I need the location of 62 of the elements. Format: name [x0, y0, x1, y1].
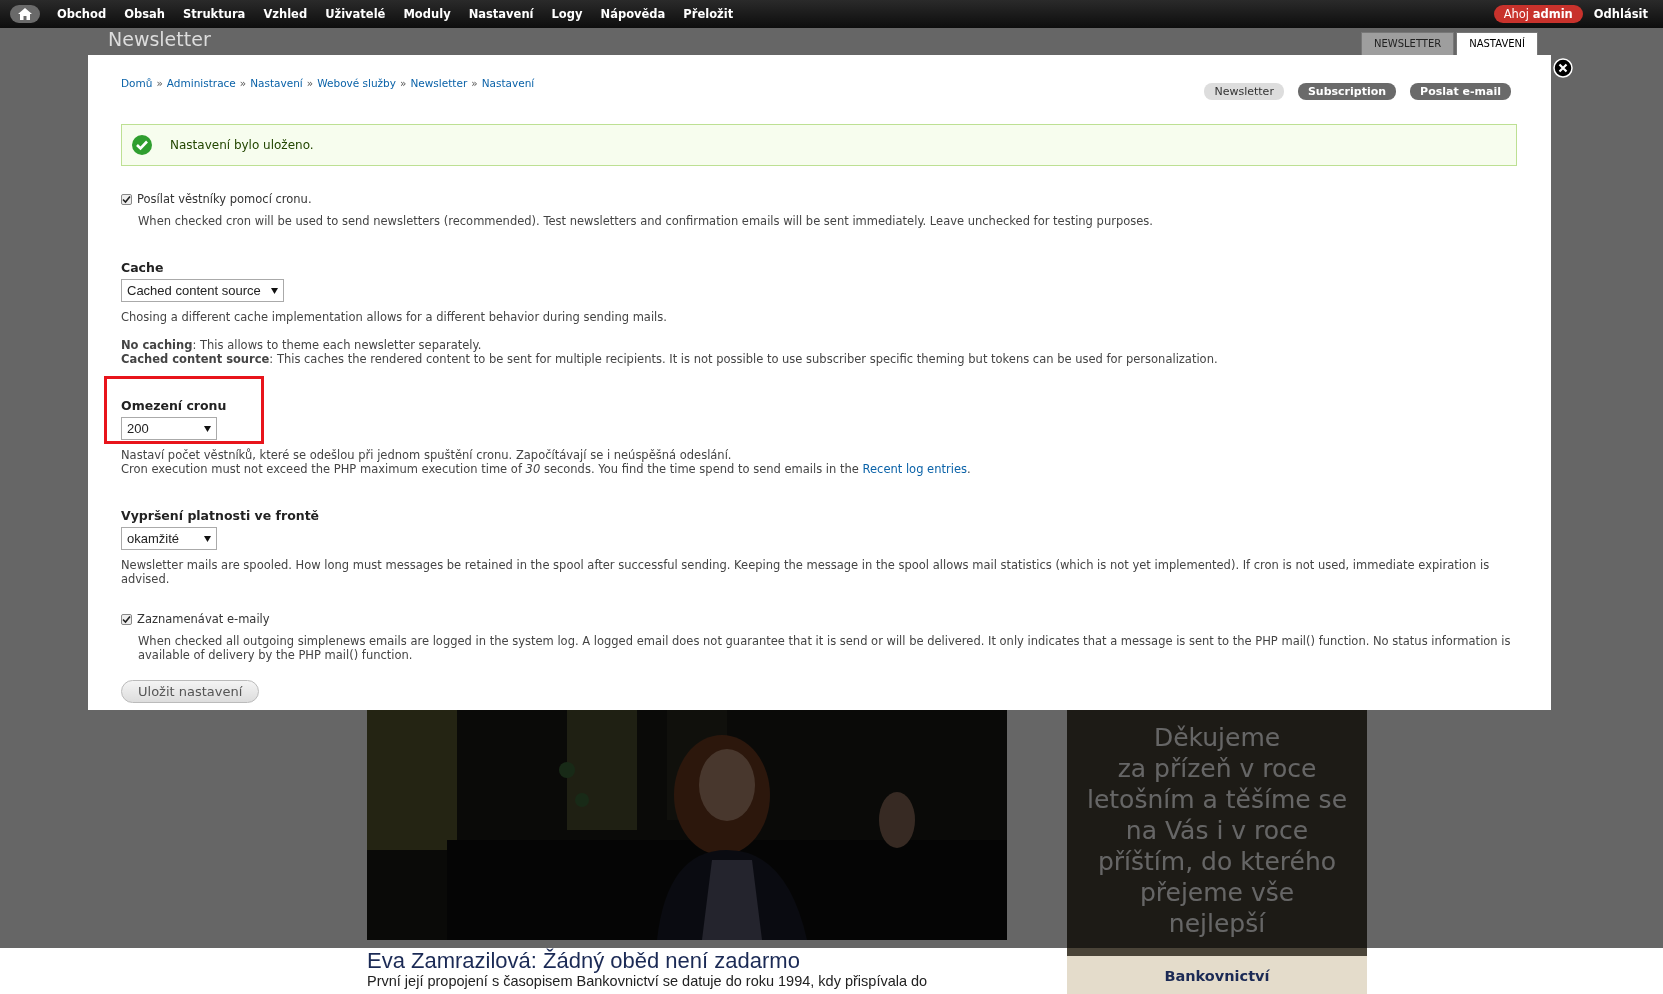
- breadcrumb-separator: »: [400, 77, 407, 89]
- toolbar-menu-item[interactable]: Přeložit: [674, 7, 743, 21]
- toolbar-menu-item[interactable]: Obchod: [48, 7, 116, 21]
- caret-icon: [270, 287, 278, 294]
- punctuation: .: [966, 462, 971, 476]
- overlay-tab[interactable]: NASTAVENÍ: [1456, 32, 1538, 55]
- caret-icon: [204, 425, 211, 432]
- article-title[interactable]: Eva Zamrazilová: Žádný oběd není zadarmo: [367, 950, 1007, 972]
- field-label: Cache: [121, 260, 165, 275]
- logout-link[interactable]: Odhlásit: [1584, 7, 1657, 21]
- toolbar-menu-item[interactable]: Nápověda: [591, 7, 675, 21]
- checkbox[interactable]: [121, 193, 132, 205]
- close-icon: [1553, 58, 1573, 78]
- article-teaser: První její propojení s časopisem Bankovnictví se datuje do roku 1994, kdy přispívala do: [367, 973, 929, 990]
- action-link[interactable]: Subscription: [1297, 83, 1397, 100]
- field-description: No caching: This allows to theme each newsletter separately. Cached content source: This caches the rendered content to be sent for multiple recipients. It is not possible to use subscriber specific theming but tokens can be used for personalization.: [121, 338, 1219, 366]
- field-label: Vypršení platnosti ve frontě: [121, 508, 321, 523]
- breadcrumb-link[interactable]: Nastavení: [481, 77, 535, 89]
- home-button[interactable]: [10, 5, 40, 23]
- toolbar-menu-item[interactable]: Nastavení: [459, 7, 543, 21]
- toolbar-menu-item[interactable]: Obsah: [115, 7, 174, 21]
- home-icon: [18, 8, 32, 20]
- checkbox-label: Zaznamenávat e-maily: [137, 612, 270, 626]
- breadcrumb-separator: »: [471, 77, 478, 89]
- field-label: Omezení cronu: [121, 398, 228, 413]
- field-description: When checked cron will be used to send newsletters (recommended). Test newsletters and confirmation emails will be sent immediately. Leave unchecked for testing purposes.: [138, 214, 1154, 228]
- field-description: When checked all outgoing simplenews emails are logged in the system log. A logged email does not guarantee that it is send or will be delivered. It only indicates that a message is sent to the PHP mail() function. No status information is available of delivery by the PHP mail() function.: [138, 634, 1512, 662]
- action-link[interactable]: Newsletter: [1204, 83, 1284, 100]
- breadcrumb-separator: »: [306, 77, 314, 89]
- breadcrumb-separator: »: [239, 77, 247, 89]
- check-icon: [132, 135, 152, 155]
- breadcrumb-separator: »: [156, 77, 163, 89]
- checkbox-label: Posílat věstníky pomocí cronu.: [137, 192, 312, 206]
- select-field[interactable]: 200: [121, 417, 217, 440]
- breadcrumb-link[interactable]: Administrace: [166, 77, 236, 89]
- status-text: Nastavení bylo uloženo.: [170, 138, 314, 152]
- toolbar-menu-item[interactable]: Struktura: [173, 7, 255, 21]
- field-description: Newsletter mails are spooled. How long must messages be retained in the spool after successful sending. Keeping the message in the spool allows mail statistics (which is not yet implemented). If cron is not used, immediate expiration is advised.: [121, 558, 1491, 586]
- toolbar-menu-item[interactable]: Uživatelé: [316, 7, 395, 21]
- toolbar-menu-item[interactable]: Vzhled: [254, 7, 317, 21]
- select-field[interactable]: Cached content source: [121, 279, 284, 302]
- ad-label[interactable]: Bankovnictví: [1067, 956, 1367, 984]
- ad-text: Děkujeme za přízeň v roce letošním a těšíme se na Vás i v roce příštím, do kterého přejeme vše nejlepší: [1067, 710, 1367, 956]
- toolbar-menu-item[interactable]: Logy: [542, 7, 592, 21]
- user-greeting-link[interactable]: Ahoj admin: [1493, 5, 1583, 23]
- checkbox[interactable]: [121, 613, 132, 625]
- breadcrumb-link[interactable]: Webové služby: [317, 77, 396, 89]
- caret-icon: [204, 535, 211, 542]
- field-description: Cron execution must not exceed the PHP maximum execution time of 30 seconds. You find the time spend to send emails in the: [121, 462, 859, 476]
- overlay-tab[interactable]: NEWSLETTER: [1360, 32, 1455, 55]
- breadcrumb-link[interactable]: Domů: [121, 77, 153, 89]
- select-field[interactable]: okamžité: [121, 527, 217, 550]
- breadcrumb-link[interactable]: Newsletter: [410, 77, 468, 89]
- breadcrumb-link[interactable]: Nastavení: [250, 77, 303, 89]
- save-button[interactable]: Uložit nastavení: [121, 680, 260, 703]
- toolbar-menu-item[interactable]: Moduly: [394, 7, 460, 21]
- overlay-title: Newsletter: [108, 28, 211, 50]
- action-link[interactable]: Poslat e-mail: [1410, 83, 1511, 100]
- close-button[interactable]: [1553, 58, 1573, 78]
- field-description: Chosing a different cache implementation allows for a different behavior during sending mails.: [121, 310, 668, 324]
- field-description: Nastaví počet věstníků, které se odešlou při jednom spuštění cronu. Započítávají se i neúspěšná odeslání.: [121, 448, 733, 462]
- log-entries-link[interactable]: Recent log entries: [862, 462, 967, 476]
